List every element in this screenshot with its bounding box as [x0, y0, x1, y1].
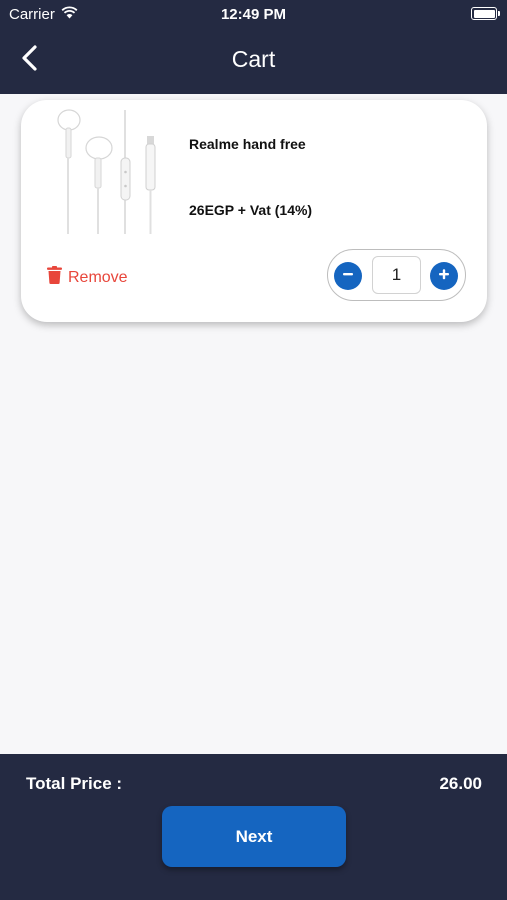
quantity-stepper: 1 — [327, 249, 466, 301]
decrement-button[interactable] — [334, 262, 362, 290]
next-button[interactable]: Next — [162, 806, 346, 867]
status-time: 12:49 PM — [220, 6, 287, 23]
quantity-field[interactable]: 1 — [372, 256, 421, 294]
total-price-label: Total Price : — [26, 774, 123, 793]
minus-icon — [341, 267, 355, 286]
checkout-footer: Total Price : 26.00 Next — [0, 754, 507, 900]
increment-button[interactable] — [430, 262, 458, 290]
product-name: Realme hand free — [189, 136, 306, 152]
total-price-value: 26.00 — [439, 774, 482, 793]
trash-icon — [47, 266, 62, 289]
product-price: 26EGP + Vat (14%) — [189, 202, 313, 218]
battery-fill — [473, 9, 495, 18]
earphones-image — [47, 106, 167, 238]
cart-content: Realme hand free 26EGP + Vat (14%) Remov… — [0, 94, 507, 754]
cart-item-card: Realme hand free 26EGP + Vat (14%) Remov… — [21, 100, 487, 322]
remove-button[interactable]: Remove — [47, 266, 128, 289]
nav-bar: Cart — [0, 28, 507, 94]
page-title: Cart — [231, 46, 276, 72]
plus-icon — [437, 267, 451, 286]
remove-label: Remove — [68, 268, 128, 286]
battery-icon — [471, 7, 500, 20]
status-bar: Carrier 12:49 PM — [0, 0, 507, 28]
